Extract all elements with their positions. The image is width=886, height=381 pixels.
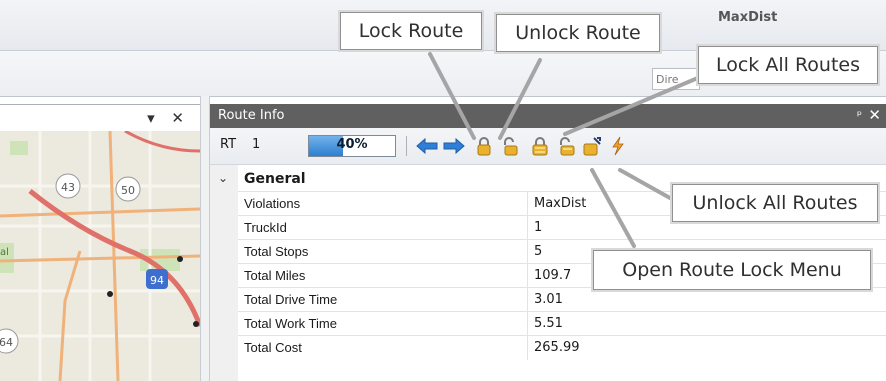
pin-icon[interactable]: ᵖ — [857, 108, 862, 122]
ribbon-title-fragment: MaxDist — [718, 10, 778, 25]
route-info-header: Route Info ᵖ ✕ — [210, 104, 886, 128]
row-label: Violations — [244, 196, 301, 211]
lock-route-icon[interactable] — [472, 134, 496, 158]
map-graphic: 43 50 94 64 al — [0, 131, 200, 381]
panel-menu-close-icons[interactable]: ▾ ✕ — [147, 109, 190, 127]
panel-title: Route Info — [218, 108, 285, 123]
arrow-right-icon[interactable] — [442, 134, 466, 158]
stop-marker[interactable] — [107, 291, 113, 297]
callout-unlock-route: Unlock Route — [496, 14, 660, 52]
unlock-all-routes-icon[interactable] — [580, 134, 604, 158]
callout-open-route-lock-menu: Open Route Lock Menu — [593, 250, 871, 290]
table-row[interactable]: Total Cost 265.99 — [238, 335, 886, 360]
route-number-field[interactable]: 1 — [252, 137, 260, 152]
table-row[interactable]: Total Drive Time 3.01 — [238, 287, 886, 312]
direction-field[interactable]: Dire — [652, 68, 700, 90]
stop-marker[interactable] — [177, 256, 183, 262]
park-area — [10, 141, 28, 155]
table-row[interactable]: Total Work Time 5.51 — [238, 311, 886, 336]
route-shield-label: 64 — [0, 336, 13, 349]
lock-all-routes-icon[interactable] — [528, 134, 552, 158]
callout-unlock-all-routes: Unlock All Routes — [672, 184, 878, 222]
row-label: Total Work Time — [244, 316, 337, 331]
route-toolbar: RT 1 40% — [210, 128, 886, 165]
stop-marker[interactable] — [193, 321, 199, 327]
row-label: Total Drive Time — [244, 292, 338, 307]
interstate-shield-label: 94 — [150, 274, 164, 287]
panel-splitter[interactable] — [200, 96, 210, 381]
row-value: 5 — [534, 244, 543, 259]
lightning-icon[interactable] — [606, 134, 630, 158]
section-title: General — [244, 171, 306, 187]
callout-lock-all-routes: Lock All Routes — [698, 46, 878, 84]
route-shield-label: 43 — [61, 181, 75, 194]
row-value: 109.7 — [534, 268, 572, 283]
map-edge-label: al — [0, 247, 9, 258]
route-progress-bar: 40% — [308, 135, 396, 157]
arrow-left-icon[interactable] — [415, 134, 439, 158]
progress-text: 40% — [336, 137, 368, 152]
row-label: Total Cost — [244, 340, 302, 355]
callout-lock-route: Lock Route — [340, 12, 482, 50]
row-value: 265.99 — [534, 340, 580, 355]
row-value: 5.51 — [534, 316, 563, 331]
row-label: TruckId — [244, 220, 287, 235]
toolbar-separator — [406, 136, 407, 156]
grid-gutter — [210, 165, 238, 381]
row-label: Total Miles — [244, 268, 306, 283]
open-route-lock-menu-icon[interactable] — [554, 134, 578, 158]
map-panel-header: ▾ ✕ — [0, 104, 200, 132]
route-shield-label: 50 — [121, 184, 135, 197]
row-value: 1 — [534, 220, 543, 235]
map-view[interactable]: 43 50 94 64 al — [0, 131, 200, 381]
unlock-route-icon[interactable] — [498, 134, 522, 158]
close-icon[interactable]: ✕ — [868, 106, 881, 124]
chevron-down-icon[interactable]: ⌄ — [218, 171, 228, 185]
row-label: Total Stops — [244, 244, 309, 259]
row-value: 3.01 — [534, 292, 563, 307]
row-value: MaxDist — [534, 196, 587, 211]
rt-label: RT — [220, 137, 237, 152]
